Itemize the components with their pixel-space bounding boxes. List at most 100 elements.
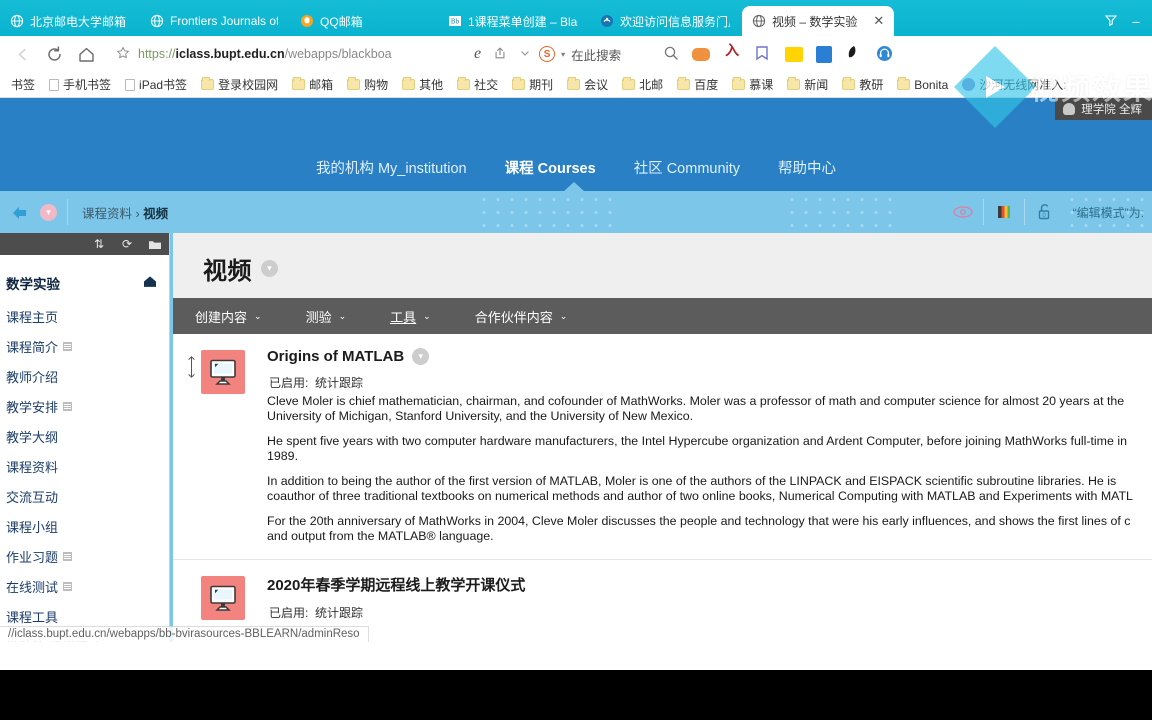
nav-courses[interactable]: 课程 Courses (505, 157, 596, 178)
bookmark-item[interactable]: 百度 (670, 76, 725, 93)
back-arrow-icon[interactable] (6, 38, 38, 70)
bookmark-item[interactable]: 其他 (395, 76, 450, 93)
create-content-label: 创建内容 (195, 309, 248, 325)
browser-tab-0[interactable]: 北京邮电大学邮箱 (0, 6, 140, 36)
note-icon[interactable] (785, 46, 804, 62)
game-icon[interactable] (692, 47, 711, 61)
bookmark-manager-icon[interactable] (754, 45, 772, 63)
feather-icon[interactable] (845, 45, 863, 63)
chevron-down-icon[interactable]: ▾ (561, 50, 565, 59)
chevron-down-icon[interactable]: ▾ (261, 260, 278, 277)
home-icon[interactable] (70, 38, 102, 70)
folder-icon (897, 77, 911, 90)
content-item-body: 2020年春季学期远程线上教学开课仪式 已启用: 统计跟踪 (245, 574, 529, 621)
content-item-title[interactable]: Origins of MATLAB (267, 348, 404, 365)
headset-icon[interactable] (876, 45, 894, 63)
bookmark-label: 慕课 (749, 78, 774, 92)
paragraph-line: Cleve Moler is chief mathematician, chai… (267, 394, 1125, 408)
nav-community[interactable]: 社区 Community (634, 157, 740, 178)
search-input[interactable]: 在此搜索 (571, 45, 621, 64)
browser-tab-3[interactable]: Bb 1课程菜单创建 – Blackb (438, 6, 590, 36)
chevron-down-icon: ⌄ (338, 310, 347, 321)
bookmark-label: 沙河无线网准入: (979, 78, 1067, 92)
star-icon[interactable] (116, 46, 130, 63)
sidebar-item-course-home[interactable]: 课程主页 (0, 302, 169, 332)
paragraph-line: He spent five years with two computer ha… (267, 434, 1127, 448)
bookmark-label: 手机书签 (63, 78, 112, 92)
bookmark-item[interactable]: 教研 (835, 76, 890, 93)
course-title-row[interactable]: 数学实验 (0, 267, 169, 302)
bookmark-item[interactable]: 社交 (450, 76, 505, 93)
browser-tab-1[interactable]: Frontiers Journals of (140, 6, 290, 36)
sidebar-item-course-groups[interactable]: 课程小组 (0, 512, 169, 542)
nav-help-center[interactable]: 帮助中心 (778, 157, 836, 178)
reload-icon[interactable] (38, 38, 70, 70)
partner-content-button[interactable]: 合作伙伴内容 ⌄ (453, 307, 590, 326)
sidebar-item-assignments[interactable]: 作业习题 (0, 542, 169, 572)
sidebar-item-course-materials[interactable]: 课程资料 (0, 452, 169, 482)
user-badge[interactable]: 理学院 全辉 (1055, 98, 1152, 120)
content-action-bar: 创建内容 ⌄ 测验 ⌄ 工具 ⌄ 合作伙伴内容 ⌄ (173, 298, 1152, 334)
minimize-button[interactable]: − (1132, 14, 1140, 30)
content-item-title[interactable]: 2020年春季学期远程线上教学开课仪式 (267, 574, 525, 595)
refresh-icon[interactable]: ⟳ (113, 233, 141, 255)
address-bar[interactable]: https://iclass.bupt.edu.cn/webapps/black… (108, 41, 468, 67)
sidebar-item-teacher-intro[interactable]: 教师介绍 (0, 362, 169, 392)
browser-tab-4[interactable]: 欢迎访问信息服务门户 (590, 6, 742, 36)
bookmark-item[interactable]: 会议 (560, 76, 615, 93)
bookmark-item[interactable]: 北邮 (615, 76, 670, 93)
bookmark-item[interactable]: 购物 (340, 76, 395, 93)
bookmark-item[interactable]: 沙河无线网准入: (955, 76, 1073, 93)
sidebar-item-syllabus[interactable]: 教学大纲 (0, 422, 169, 452)
bookmark-item[interactable]: iPad书签 (118, 76, 194, 93)
chevron-down-icon[interactable]: ▾ (412, 348, 430, 365)
search-icon[interactable] (663, 45, 679, 64)
reorder-icon[interactable]: ⇅ (85, 233, 113, 255)
address-bar-actions: e (468, 45, 531, 63)
edge-icon[interactable]: e (474, 45, 481, 63)
tools-button[interactable]: 工具 ⌄ (368, 307, 453, 326)
bookmark-item[interactable]: 新闻 (780, 76, 835, 93)
bookmark-item[interactable]: 邮箱 (285, 76, 340, 93)
share-icon[interactable] (493, 46, 507, 63)
enabled-label: 已启用: (269, 606, 309, 620)
bookmark-item[interactable]: 书签 (4, 76, 42, 93)
svg-text:Bb: Bb (451, 18, 460, 26)
close-icon[interactable]: ✕ (873, 13, 884, 29)
create-content-button[interactable]: 创建内容 ⌄ (173, 307, 284, 326)
home-icon[interactable] (143, 275, 157, 291)
bookmark-label: Bonita (914, 77, 949, 92)
content-item[interactable]: Origins of MATLAB ▾ 已启用: 统计跟踪 Cleve Mole… (173, 334, 1152, 560)
nav-my-institution[interactable]: 我的机构 My_institution (316, 157, 467, 178)
course-menu-sidebar: ⇅ ⟳ 数学实验 课程主页 课程简介 教师介绍 教学安排 教学大纲 课程资料 交… (0, 233, 170, 642)
bookmark-item[interactable]: 慕课 (725, 76, 780, 93)
office-icon[interactable] (816, 45, 833, 63)
add-menu-item-icon[interactable] (141, 233, 169, 255)
content-item-title-row: Origins of MATLAB ▾ (267, 348, 1133, 365)
bookmark-item[interactable]: 登录校园网 (194, 76, 285, 93)
extension-toolbar: 入 (663, 45, 894, 64)
assessments-button[interactable]: 测验 ⌄ (284, 307, 369, 326)
sidebar-item-course-intro[interactable]: 课程简介 (0, 332, 169, 362)
browser-tab-2[interactable]: QQ邮箱 (290, 6, 438, 36)
url-scheme: https:// (138, 47, 176, 61)
sogou-search[interactable]: S ▾ 在此搜索 (539, 45, 621, 64)
sidebar-item-discussion[interactable]: 交流互动 (0, 482, 169, 512)
chevron-down-icon[interactable] (519, 47, 531, 62)
sidebar-item-online-test[interactable]: 在线测试 (0, 572, 169, 602)
acrobat-icon[interactable]: 入 (723, 45, 742, 63)
drag-handle-icon[interactable] (181, 348, 201, 543)
sidebar-item-teaching-schedule[interactable]: 教学安排 (0, 392, 169, 422)
bookmark-item[interactable]: Bonita (890, 77, 955, 92)
browser-tab-5-active[interactable]: 视频 – 数学实验 ✕ (742, 6, 894, 36)
bookmark-item[interactable]: 手机书签 (42, 76, 118, 93)
bookmark-label: 购物 (364, 78, 389, 92)
funnel-icon[interactable] (1104, 13, 1118, 30)
sidebar-item-label: 课程小组 (6, 520, 59, 535)
drag-handle-icon[interactable] (181, 574, 201, 621)
qq-mail-icon (300, 14, 314, 28)
bookmark-item[interactable]: 期刊 (505, 76, 560, 93)
content-header: 视频 ▾ (173, 233, 1152, 298)
enabled-status: 已启用: 统计跟踪 (267, 374, 1133, 391)
folder-icon (457, 77, 471, 90)
